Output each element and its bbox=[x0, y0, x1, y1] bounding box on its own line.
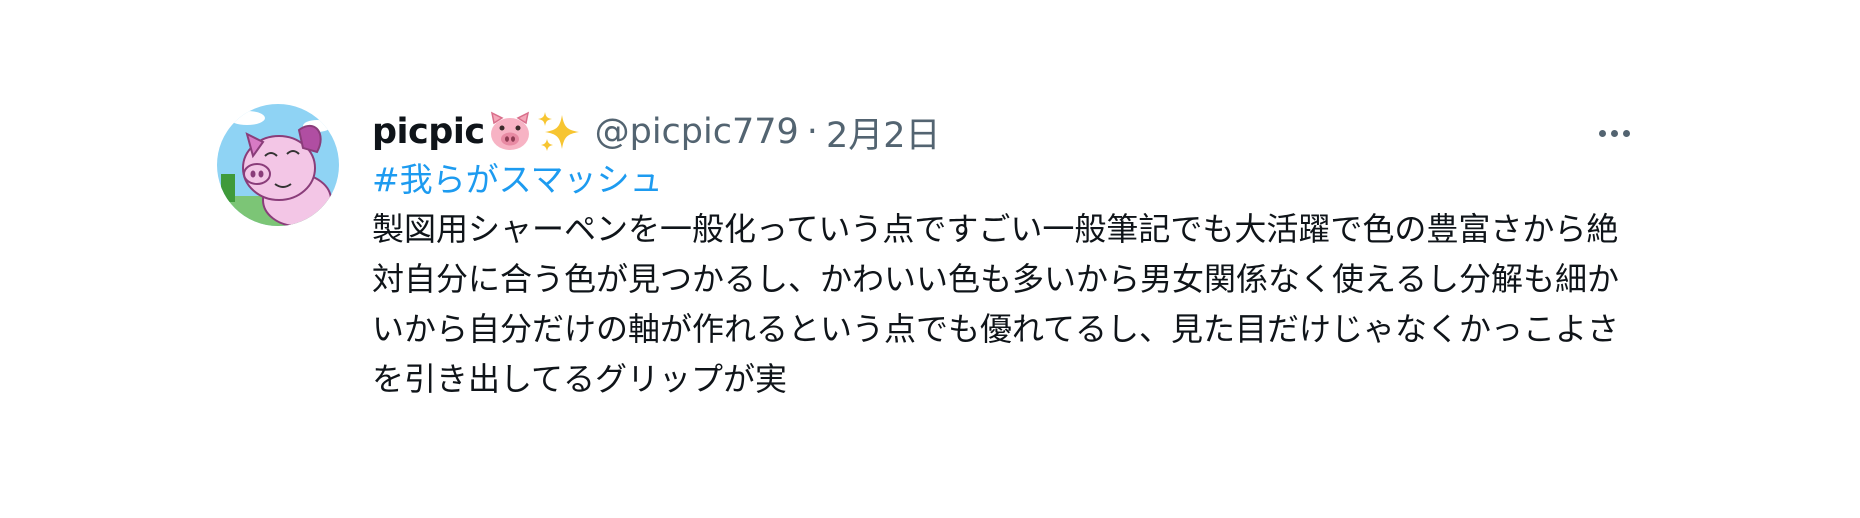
tweet-header: picpic @picpic779 · 2月2日 bbox=[372, 104, 1632, 160]
more-icon[interactable] bbox=[1588, 110, 1640, 156]
post-date[interactable]: 2月2日 bbox=[826, 107, 941, 158]
tweet-content: picpic @picpic779 · 2月2日 #我らがスマッシュ 製図用シャ… bbox=[372, 104, 1632, 404]
more-dot bbox=[1622, 129, 1630, 137]
pig-face-icon bbox=[487, 109, 533, 155]
hashtag-link[interactable]: #我らがスマッシュ bbox=[372, 156, 1632, 204]
more-dot bbox=[1610, 129, 1618, 137]
display-name[interactable]: picpic bbox=[372, 112, 485, 152]
sparkles-icon bbox=[535, 109, 581, 155]
tweet-text: 製図用シャーペンを一般化っていう点ですごい一般筆記でも大活躍で色の豊富さから絶対… bbox=[372, 210, 1620, 398]
tweet-card[interactable]: picpic @picpic779 · 2月2日 #我らがスマッシュ 製図用シャ… bbox=[0, 0, 1860, 518]
pig-avatar-image bbox=[217, 104, 339, 226]
more-dot bbox=[1598, 129, 1606, 137]
avatar[interactable] bbox=[217, 104, 339, 226]
header-separator: · bbox=[806, 112, 818, 152]
user-handle[interactable]: @picpic779 bbox=[595, 112, 799, 152]
